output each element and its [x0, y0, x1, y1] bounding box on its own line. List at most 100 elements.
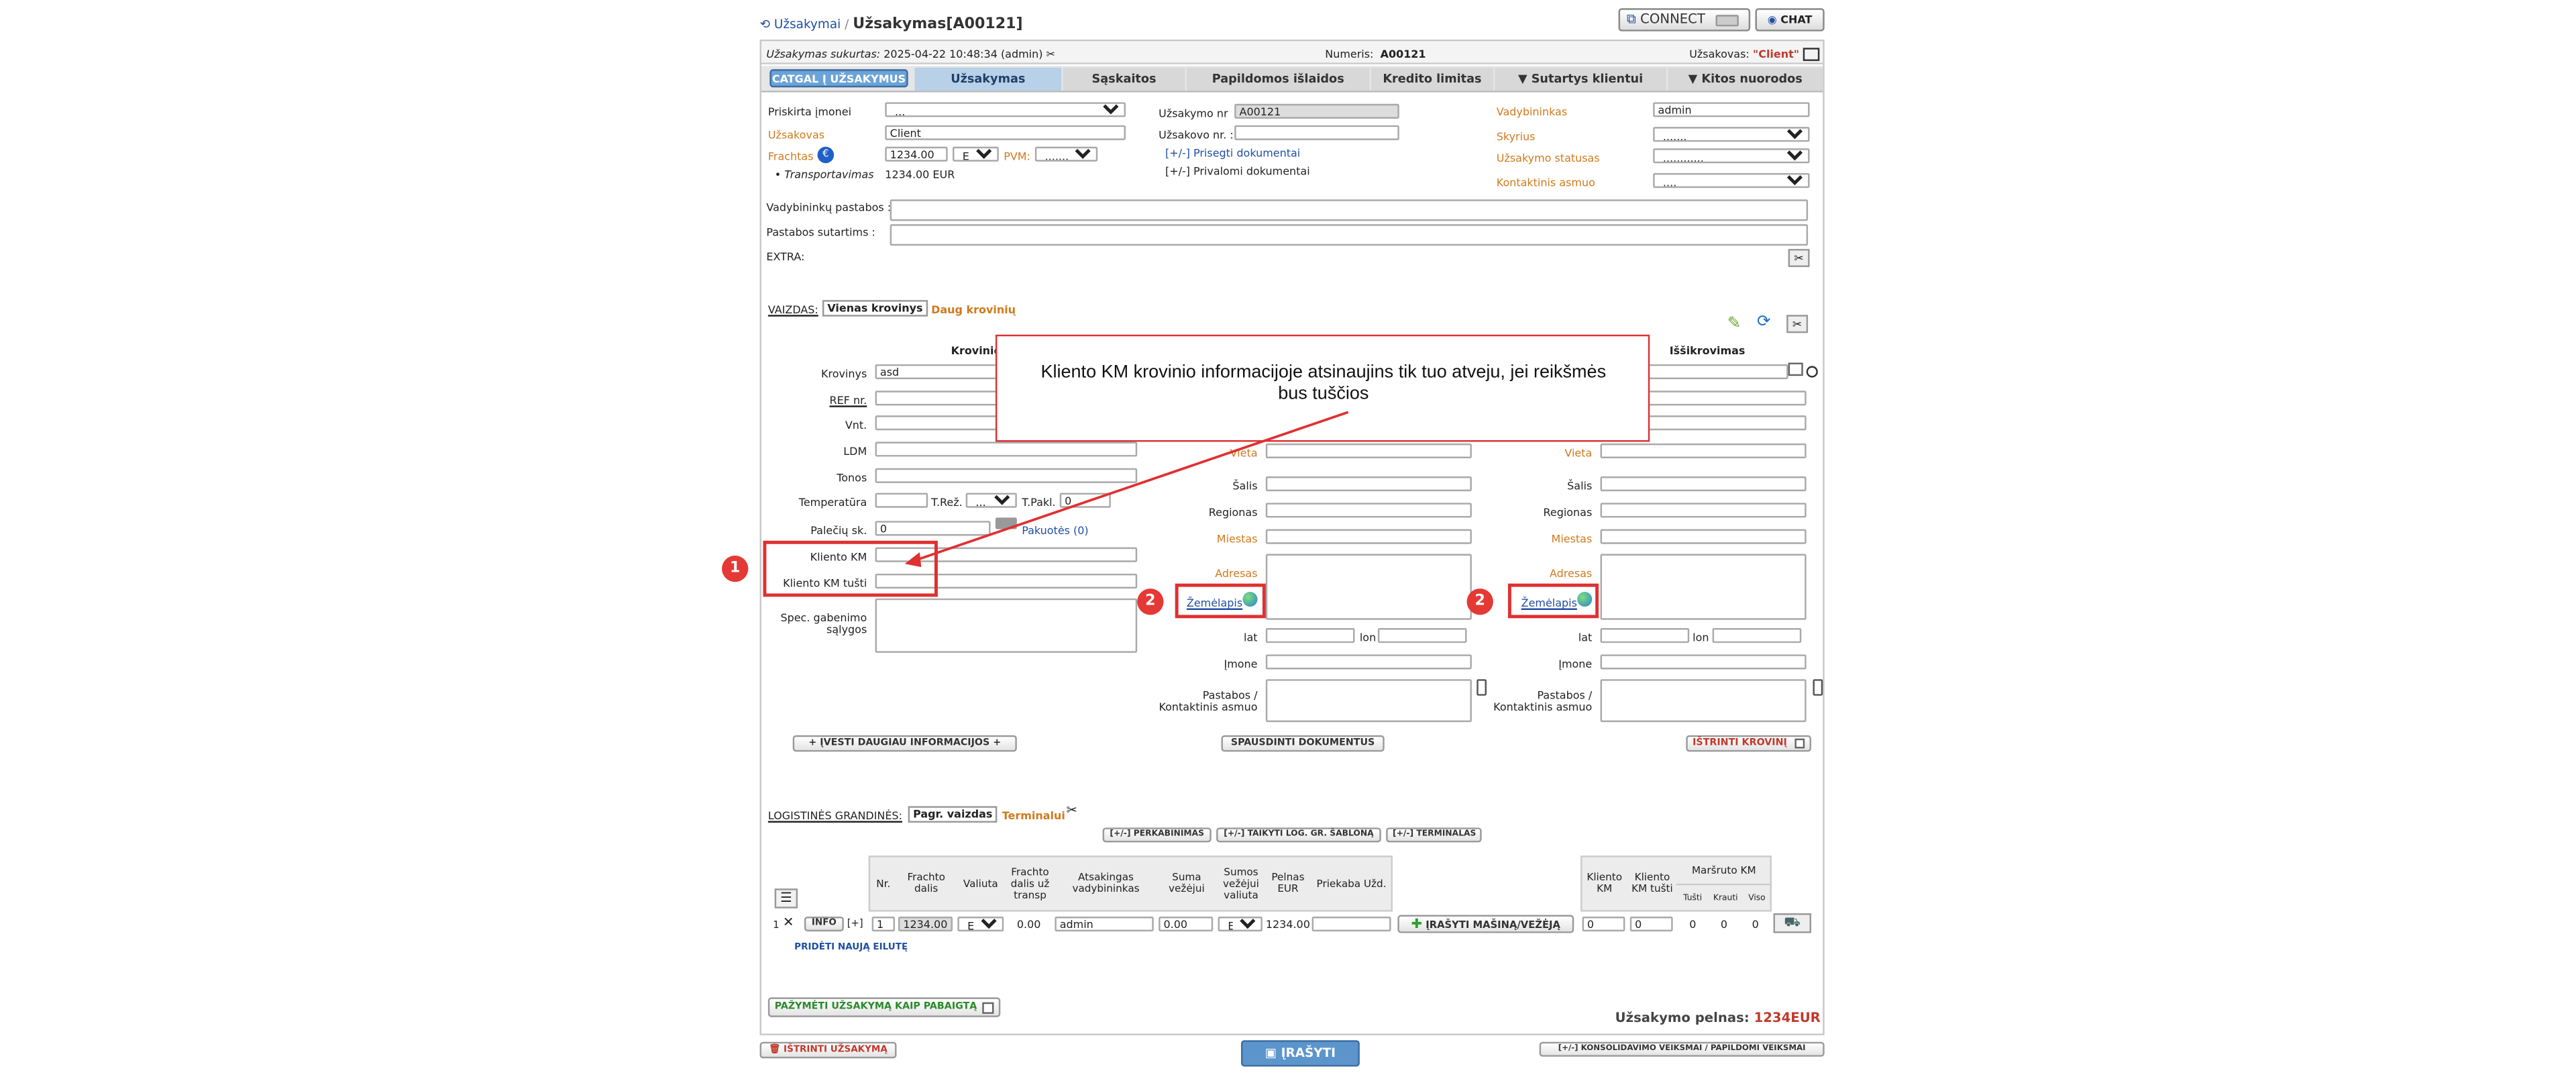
vat-select[interactable]: ....... [1034, 146, 1098, 162]
unloading-company-input[interactable] [1600, 654, 1807, 670]
mark-complete-checkbox[interactable] [982, 1002, 994, 1014]
delete-cargo-checkbox[interactable] [1794, 738, 1805, 749]
delete-order-button[interactable]: 🗑 IŠTRINTI UŽSAKYMĄ [759, 1041, 897, 1059]
refresh-icon[interactable]: ⟳ [1757, 313, 1771, 331]
loading-notes-textarea[interactable] [1265, 679, 1472, 723]
loading-lat-input[interactable] [1265, 628, 1355, 643]
tools-icon[interactable]: ✂ [1046, 48, 1055, 61]
loading-region-input[interactable] [1265, 503, 1472, 518]
tab-contracts[interactable]: ▼ Sutartys klientui [1495, 67, 1666, 91]
row-client-km-input[interactable] [1582, 916, 1625, 932]
contact-select[interactable]: .... [1653, 172, 1810, 189]
loading-address-textarea[interactable] [1265, 554, 1472, 620]
pallets-input[interactable] [875, 521, 991, 536]
tools-icon[interactable]: ✂ [1067, 803, 1077, 817]
euro-icon[interactable]: € [817, 146, 835, 164]
tons-input[interactable] [875, 468, 1138, 483]
unloading-region-input[interactable] [1600, 503, 1807, 518]
tab-invoices[interactable]: Sąskaitos [1063, 67, 1185, 91]
special-conditions-textarea[interactable] [875, 598, 1138, 653]
logistics-terminals-view[interactable]: Terminalui [1002, 809, 1065, 823]
consolidate-button[interactable]: [+/-] KONSOLIDAVIMO VEIKSMAI / PAPILDOMI… [1539, 1041, 1825, 1057]
loading-city-input[interactable] [1265, 529, 1472, 544]
assign-vehicle-button[interactable]: ✚ ĮRAŠYTI MAŠINĄ/VEŽĖJĄ [1397, 915, 1574, 933]
unloading-place-input[interactable] [1600, 443, 1807, 458]
contact-card-icon[interactable] [1803, 48, 1819, 61]
row-manager-input[interactable] [1055, 916, 1154, 932]
temperature-input[interactable] [875, 493, 928, 508]
connect-toggle[interactable]: ⧉ CONNECT [1618, 8, 1751, 32]
unloading-address-textarea[interactable] [1600, 554, 1807, 620]
tools-icon[interactable]: ✂ [1786, 315, 1809, 333]
company-select[interactable]: ... [885, 102, 1126, 117]
phone-icon[interactable] [1477, 679, 1487, 696]
tab-other-links[interactable]: ▼ Kitos nuorodos [1668, 67, 1823, 91]
row-sum-input[interactable] [1159, 916, 1214, 932]
freight-input[interactable] [885, 146, 948, 162]
row-client-km-empty-input[interactable] [1629, 916, 1673, 932]
clock-icon[interactable] [1806, 366, 1818, 378]
unloading-lat-input[interactable] [1600, 628, 1690, 643]
department-select[interactable]: ....... [1653, 127, 1810, 142]
row-expand[interactable]: [+] [847, 918, 863, 929]
package-icon[interactable] [995, 517, 1017, 529]
apply-template-button[interactable]: [+/-] TAIKYTI LOG. GR. ŠABLONĄ [1216, 827, 1381, 843]
unloading-lon-input[interactable] [1712, 628, 1802, 643]
breadcrumb-link-orders[interactable]: Užsakymai [774, 17, 841, 32]
row-sum-currency-select[interactable]: EUR [1218, 916, 1263, 932]
terminal-button[interactable]: [+/-] TERMINALAS [1386, 827, 1482, 843]
loading-lon-input[interactable] [1377, 628, 1467, 643]
save-button[interactable]: ▣ ĮRAŠYTI [1240, 1040, 1360, 1067]
loading-country-input[interactable] [1265, 476, 1472, 492]
loading-place-input[interactable] [1265, 443, 1472, 458]
mark-complete-button[interactable]: PAŽYMĖTI UŽSAKYMĄ KAIP PABAIGTĄ [767, 997, 1001, 1017]
loading-company-input[interactable] [1265, 654, 1472, 670]
manager-notes-textarea[interactable] [890, 199, 1809, 221]
department-label[interactable]: Skyrius [1497, 130, 1536, 144]
tools-icon[interactable]: ✂ [1788, 248, 1810, 268]
private-docs-link[interactable]: [+/-] Privalomi dokumentai [1165, 165, 1310, 178]
reload-button[interactable]: [+/-] PERKABINIMAS [1102, 827, 1212, 843]
packages-link[interactable]: Pakuotės (0) [1022, 524, 1088, 537]
truck-icon[interactable]: ⛟ [1773, 913, 1812, 933]
unloading-country-input[interactable] [1600, 476, 1807, 492]
status-select[interactable]: ............ [1653, 148, 1810, 164]
view-multi-cargo[interactable]: Daug krovinių [931, 303, 1016, 317]
temp-mode-select[interactable]: ... [965, 493, 1017, 508]
customer-input[interactable] [885, 125, 1126, 140]
loading-place-label[interactable]: Vieta [1187, 447, 1258, 460]
remove-row-icon[interactable]: ✕ [783, 915, 794, 930]
chat-button[interactable]: ◉ CHAT [1755, 8, 1825, 32]
calendar-icon[interactable] [1788, 362, 1803, 376]
delete-cargo-button[interactable]: IŠTRINTI KROVINĮ [1686, 735, 1812, 752]
route-icon[interactable]: ✎ [1727, 315, 1741, 333]
view-single-cargo[interactable]: Vienas krovinys [822, 300, 928, 317]
unloading-city-input[interactable] [1600, 529, 1807, 544]
temp-tolerance-input[interactable] [1059, 493, 1111, 508]
menu-icon[interactable]: ☰ [774, 888, 798, 909]
contact-label[interactable]: Kontaktinis asmuo [1497, 176, 1595, 190]
unloading-notes-textarea[interactable] [1600, 679, 1807, 723]
logistics-basic-view[interactable]: Pagr. vaizdas [908, 806, 998, 823]
more-info-button[interactable]: + ĮVESTI DAUGIAU INFORMACIJOS + [792, 735, 1017, 752]
row-currency-select[interactable]: EUR [957, 916, 1004, 932]
unloading-place-label[interactable]: Vieta [1518, 447, 1592, 460]
attached-docs-link[interactable]: [+/-] Prisegti dokumentai [1165, 147, 1300, 160]
row-nr-input[interactable] [871, 916, 896, 932]
row-trailer-input[interactable] [1311, 916, 1391, 932]
phone-icon[interactable] [1813, 679, 1823, 696]
tab-order[interactable]: Užsakymas [914, 67, 1062, 91]
customer-nr-input[interactable] [1234, 125, 1399, 140]
customer-field-label[interactable]: Užsakovas [768, 129, 824, 142]
ldm-input[interactable] [875, 442, 1138, 457]
tab-credit-limit[interactable]: Kredito limitas [1371, 67, 1493, 91]
print-documents-button[interactable]: SPAUSDINTI DOKUMENTUS [1221, 735, 1385, 752]
manager-input[interactable] [1653, 102, 1810, 117]
status-label[interactable]: Užsakymo statusas [1497, 152, 1600, 165]
row-info-button[interactable]: INFO [804, 916, 844, 932]
freight-currency-select[interactable]: EUR [953, 146, 999, 162]
toggle-switch[interactable] [1715, 15, 1739, 27]
manager-label[interactable]: Vadybininkas [1497, 105, 1567, 119]
tab-back-to-orders[interactable]: CATGAL Į UŽSAKYMUS [769, 69, 908, 88]
add-row-link[interactable]: PRIDĖTI NAUJĄ EILUTĘ [794, 943, 908, 953]
